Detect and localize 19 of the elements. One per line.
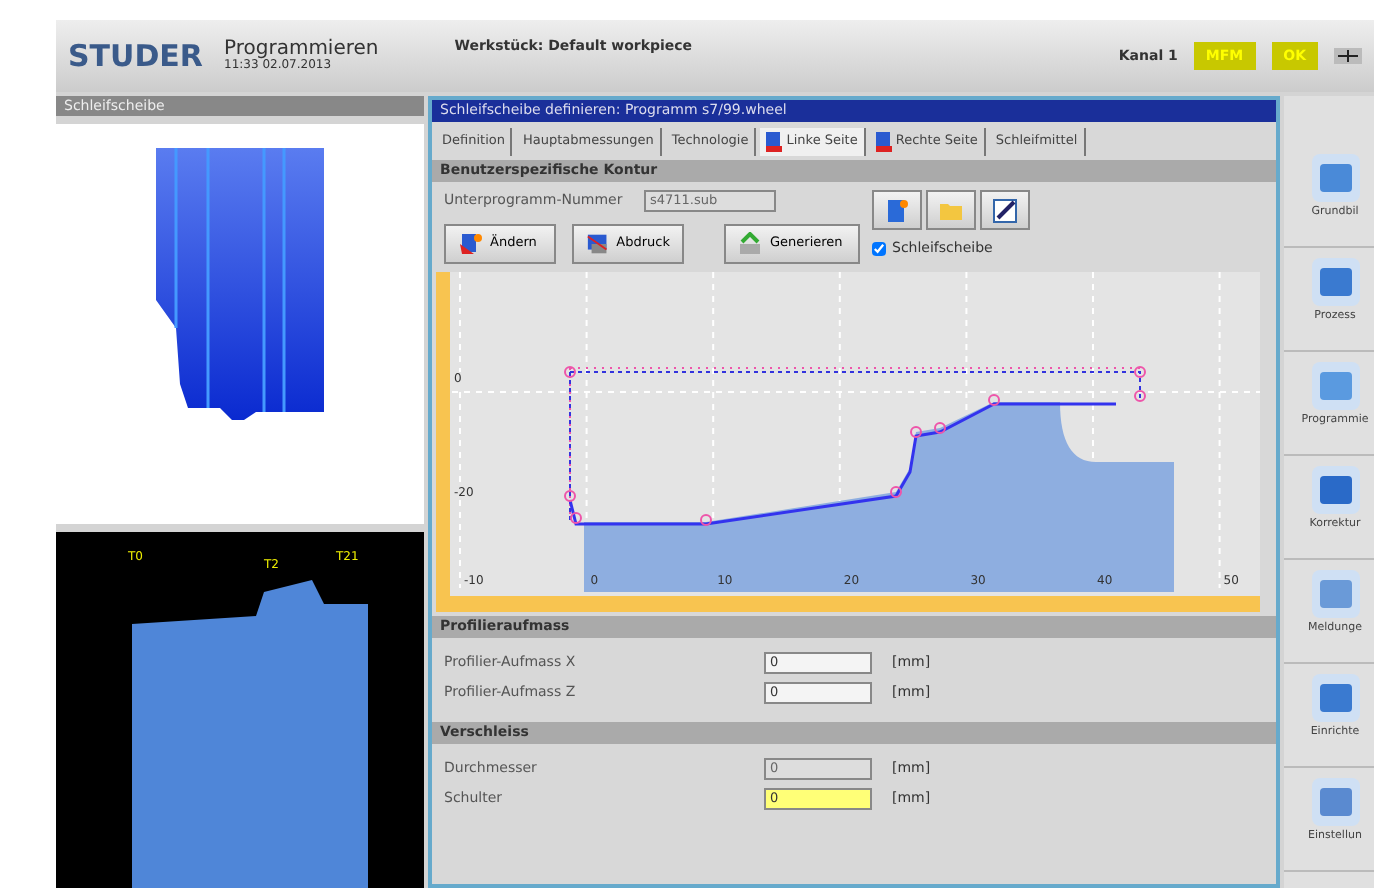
book-icon <box>766 132 783 152</box>
app-icon <box>1309 256 1361 308</box>
app-icon <box>1309 776 1361 828</box>
pin-icon <box>1334 48 1362 64</box>
app-icon <box>1309 152 1361 204</box>
checkbox[interactable] <box>872 241 886 256</box>
edit-icon <box>458 232 482 256</box>
app-icon <box>1309 568 1361 620</box>
generate-icon <box>738 232 762 256</box>
print-icon <box>586 232 609 256</box>
app-icon <box>1309 360 1361 412</box>
mode-title: Programmieren <box>224 38 379 61</box>
app-icon <box>1309 672 1361 724</box>
book-icon <box>875 132 892 152</box>
new-file-icon <box>884 197 910 223</box>
app-icon <box>1309 464 1361 516</box>
icon-button[interactable] <box>980 190 1030 230</box>
logo: STUDER <box>68 35 205 78</box>
pen-icon <box>992 197 1018 223</box>
